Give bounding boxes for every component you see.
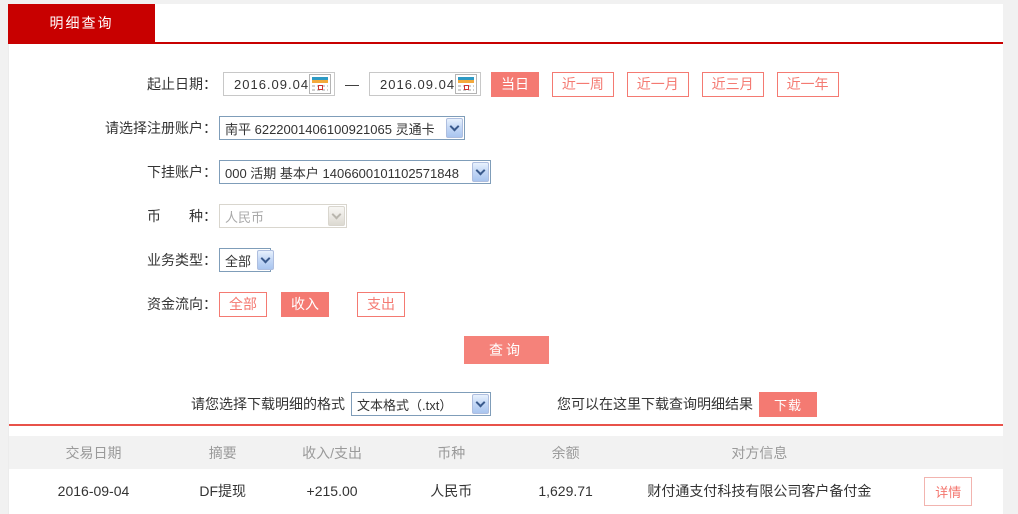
query-button[interactable]: 查询 [463, 336, 549, 364]
biz-type-row: 业务类型： 全部 [9, 248, 1003, 272]
cell-amount: +215.00 [267, 469, 397, 514]
date-range-dash: — [345, 76, 359, 92]
query-button-wrap: 查询 [9, 336, 1003, 364]
end-date-input[interactable]: 2016.09.04 [369, 72, 481, 96]
currency-row: 币 种： 人民币 [9, 204, 1003, 228]
cell-summary: DF提现 [177, 469, 268, 514]
flow-expense-button[interactable]: 支出 [357, 291, 405, 317]
fund-flow-row: 资金流向： 全部 收入 支出 [9, 291, 1003, 317]
calendar-icon[interactable] [455, 74, 478, 94]
col-header-summary: 摘要 [177, 436, 268, 469]
quick-range-year-button[interactable]: 近一年 [776, 71, 839, 97]
col-header-counterparty: 对方信息 [625, 436, 894, 469]
cell-action: 详情 [893, 469, 1003, 514]
table-row: 2016-09-04 DF提现 +215.00 人民币 1,629.71 财付通… [9, 469, 1003, 514]
chevron-down-icon [446, 118, 463, 138]
registered-account-label: 请选择注册账户： [105, 120, 217, 136]
start-date-input[interactable]: 2016.09.04 [223, 72, 335, 96]
end-date-value: 2016.09.04 [380, 76, 456, 92]
transaction-table: 交易日期 摘要 收入/支出 币种 余额 对方信息 2016-09-04 DF提现… [9, 436, 1003, 514]
sub-account-label: 下挂账户： [147, 164, 217, 180]
biz-type-value: 全部 [225, 253, 252, 269]
currency-select: 人民币 [219, 204, 347, 228]
table-header-row: 交易日期 摘要 收入/支出 币种 余额 对方信息 [9, 436, 1003, 469]
col-header-action [893, 436, 1003, 469]
download-format-value: 文本格式（.txt） [357, 397, 453, 413]
quick-range-today-button[interactable]: 当日 [491, 71, 539, 97]
cell-balance: 1,629.71 [505, 469, 626, 514]
cell-date: 2016-09-04 [9, 469, 178, 514]
cell-counterparty: 财付通支付科技有限公司客户备付金 [625, 469, 894, 514]
date-range-label: 起止日期： [147, 76, 217, 92]
fund-flow-label: 资金流向： [147, 296, 217, 312]
currency-value: 人民币 [225, 209, 265, 225]
download-row: 请您选择下载明细的格式 文本格式（.txt） 您可以在这里下载查询明细结果 下载 [9, 391, 1003, 417]
quick-range-week-button[interactable]: 近一周 [551, 71, 614, 97]
calendar-icon[interactable] [309, 74, 332, 94]
biz-type-select[interactable]: 全部 [219, 248, 275, 272]
flow-all-button[interactable]: 全部 [219, 291, 267, 317]
chevron-down-icon [257, 250, 275, 270]
cell-currency: 人民币 [396, 469, 506, 514]
red-separator [9, 424, 1003, 426]
query-form-panel: 起止日期： 2016.09.04 — 2016.09.04 当日 近一周 近一月… [8, 44, 1003, 514]
col-header-currency: 币种 [396, 436, 506, 469]
tab-bar: 明细查询 [8, 4, 1003, 44]
registered-account-row: 请选择注册账户： 南平 6222001406100921065 灵通卡 [9, 116, 1003, 140]
detail-query-page: 明细查询 起止日期： 2016.09.04 — 2016.09.04 当日 近一… [0, 0, 1018, 514]
download-format-label: 请您选择下载明细的格式 [191, 396, 345, 412]
quick-range-group: 当日 近一周 近一月 近三月 近一年 [481, 71, 839, 97]
chevron-down-icon [472, 162, 489, 182]
chevron-down-icon [328, 206, 345, 226]
registered-account-value: 南平 6222001406100921065 灵通卡 [225, 121, 435, 137]
detail-button[interactable]: 详情 [924, 476, 973, 506]
quick-range-3month-button[interactable]: 近三月 [701, 71, 764, 97]
tab-detail-query[interactable]: 明细查询 [8, 4, 155, 42]
download-button[interactable]: 下载 [759, 391, 817, 417]
chevron-down-icon [472, 394, 489, 414]
date-range-row: 起止日期： 2016.09.04 — 2016.09.04 当日 近一周 近一月… [9, 71, 1003, 97]
currency-label: 币 种： [147, 208, 217, 224]
col-header-amount: 收入/支出 [267, 436, 397, 469]
col-header-date: 交易日期 [9, 436, 178, 469]
sub-account-value: 000 活期 基本户 1406600101102571848 [225, 165, 459, 181]
download-hint: 您可以在这里下载查询明细结果 [557, 396, 753, 412]
sub-account-select[interactable]: 000 活期 基本户 1406600101102571848 [219, 160, 491, 184]
registered-account-select[interactable]: 南平 6222001406100921065 灵通卡 [219, 116, 465, 140]
download-format-select[interactable]: 文本格式（.txt） [351, 392, 491, 416]
flow-income-button[interactable]: 收入 [281, 291, 329, 317]
biz-type-label: 业务类型： [147, 252, 217, 268]
col-header-balance: 余额 [505, 436, 626, 469]
start-date-value: 2016.09.04 [234, 76, 310, 92]
sub-account-row: 下挂账户： 000 活期 基本户 1406600101102571848 [9, 160, 1003, 184]
quick-range-month-button[interactable]: 近一月 [626, 71, 689, 97]
